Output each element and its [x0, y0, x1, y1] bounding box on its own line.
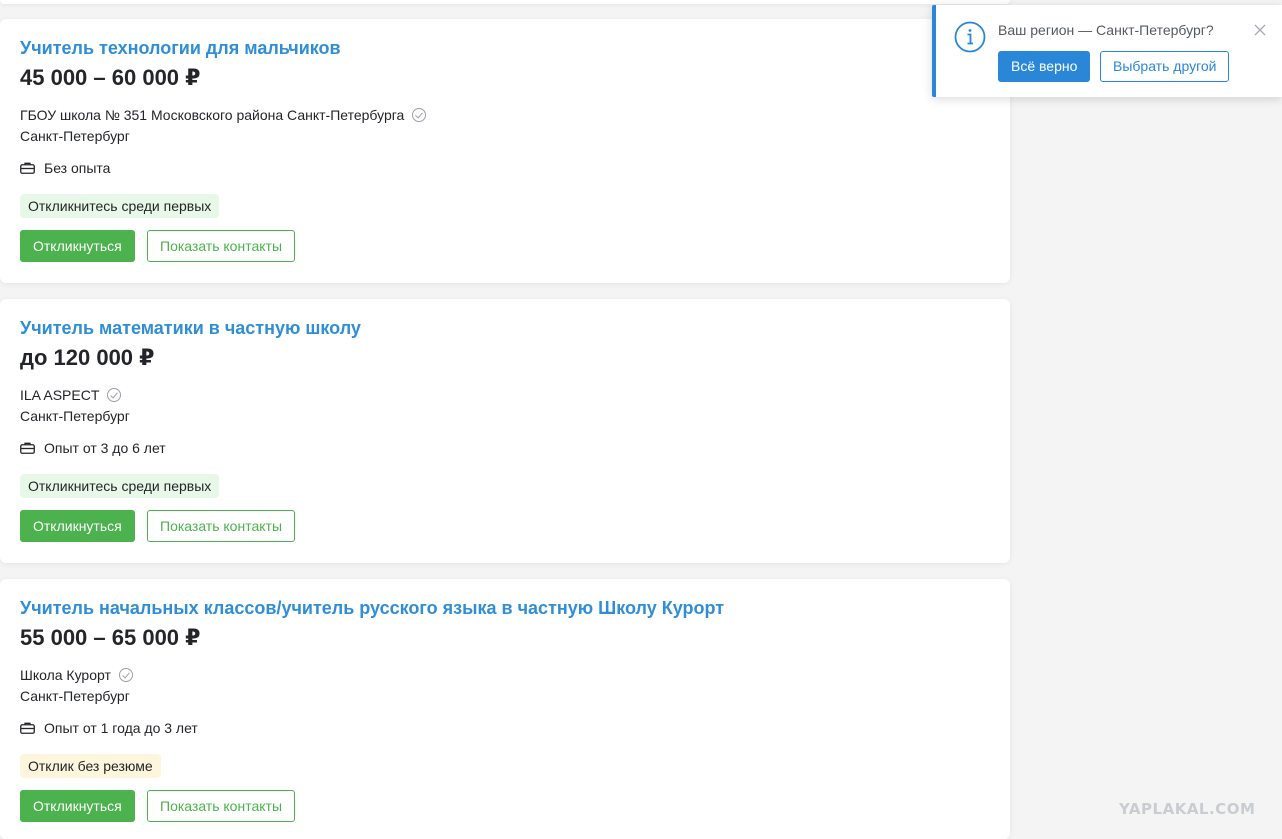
- vacancy-experience: Без опыта: [20, 160, 110, 176]
- previous-card-edge: [0, 0, 1010, 4]
- company-name[interactable]: Школа Курорт: [20, 667, 111, 683]
- briefcase-icon: [20, 722, 35, 734]
- company-name[interactable]: ГБОУ школа № 351 Московского района Санк…: [20, 107, 404, 123]
- show-contacts-button[interactable]: Показать контакты: [147, 230, 296, 262]
- vacancy-title-link[interactable]: Учитель начальных классов/учитель русско…: [20, 598, 724, 619]
- verified-check-icon: [412, 108, 427, 122]
- vacancy-card: Учитель технологии для мальчиков 45 000 …: [0, 19, 1010, 283]
- vacancy-salary: 55 000 – 65 000 ₽: [20, 625, 201, 650]
- vacancy-card: Учитель начальных классов/учитель русско…: [0, 579, 1010, 839]
- vacancy-company[interactable]: ILA ASPECT: [20, 387, 122, 403]
- verified-check-icon: [118, 668, 133, 682]
- show-contacts-button[interactable]: Показать контакты: [147, 510, 296, 542]
- vacancy-city: Санкт-Петербург: [20, 128, 130, 144]
- show-contacts-button[interactable]: Показать контакты: [147, 790, 296, 822]
- confirm-region-button[interactable]: Всё верно: [998, 51, 1091, 82]
- experience-label: Опыт от 1 года до 3 лет: [44, 720, 198, 736]
- vacancy-city: Санкт-Петербург: [20, 408, 130, 424]
- vacancy-experience: Опыт от 1 года до 3 лет: [20, 720, 198, 736]
- info-icon: [954, 21, 986, 53]
- briefcase-icon: [20, 162, 35, 174]
- respond-button[interactable]: Откликнуться: [20, 230, 135, 262]
- experience-label: Без опыта: [44, 160, 111, 176]
- briefcase-icon: [20, 442, 35, 454]
- status-badge: Отклик без резюме: [20, 754, 161, 778]
- status-badge: Откликнитесь среди первых: [20, 474, 220, 498]
- status-badge: Откликнитесь среди первых: [20, 194, 220, 218]
- page: Учитель технологии для мальчиков 45 000 …: [0, 0, 1282, 839]
- vacancy-title-link[interactable]: Учитель математики в частную школу: [20, 318, 361, 339]
- close-icon[interactable]: [1254, 23, 1266, 36]
- vacancy-salary: до 120 000 ₽: [20, 345, 155, 370]
- vacancy-card: Учитель математики в частную школу до 12…: [0, 299, 1010, 563]
- verified-check-icon: [107, 388, 122, 402]
- vacancy-title-link[interactable]: Учитель технологии для мальчиков: [20, 38, 341, 59]
- vacancy-company[interactable]: ГБОУ школа № 351 Московского района Санк…: [20, 107, 427, 123]
- choose-other-region-button[interactable]: Выбрать другой: [1100, 51, 1230, 82]
- respond-button[interactable]: Откликнуться: [20, 790, 135, 822]
- experience-label: Опыт от 3 до 6 лет: [44, 440, 166, 456]
- vacancy-company[interactable]: Школа Курорт: [20, 667, 133, 683]
- vacancy-experience: Опыт от 3 до 6 лет: [20, 440, 166, 456]
- vacancy-salary: 45 000 – 60 000 ₽: [20, 65, 201, 90]
- respond-button[interactable]: Откликнуться: [20, 510, 135, 542]
- company-name[interactable]: ILA ASPECT: [20, 387, 99, 403]
- vacancy-city: Санкт-Петербург: [20, 688, 130, 704]
- region-question: Ваш регион — Санкт-Петербург?: [998, 22, 1214, 38]
- region-popup: Ваш регион — Санкт-Петербург? Всё верно …: [932, 5, 1282, 97]
- watermark: YAPLAKAL.COM: [1119, 800, 1256, 818]
